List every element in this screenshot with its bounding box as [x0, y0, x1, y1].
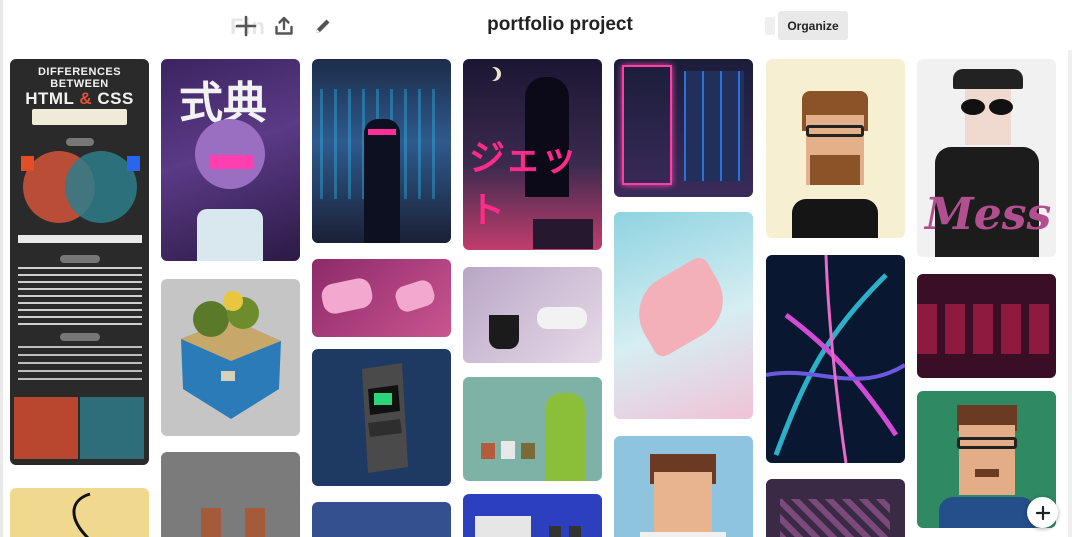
- pin-coffee-controllers[interactable]: [463, 267, 602, 363]
- pin-blue-card[interactable]: [312, 502, 451, 537]
- pin-neon-cyber-figure[interactable]: [312, 59, 451, 243]
- infographic-title-html: HTML: [25, 89, 75, 109]
- pin-neon-palm-leaves[interactable]: [766, 255, 905, 463]
- mustache-shape: [975, 469, 999, 477]
- face-shape: [965, 89, 1011, 145]
- curve-sketch: [72, 492, 91, 537]
- mess-script-logo: Mess: [925, 189, 1052, 240]
- infographic-diff-line: [18, 235, 142, 243]
- pixel-char: [501, 441, 515, 459]
- gamepad-shape: [319, 276, 375, 316]
- glass-door: [684, 71, 744, 181]
- pin-pixel-bearded-portrait[interactable]: [766, 59, 905, 238]
- controller-left: [549, 526, 561, 537]
- ghost-mark: [765, 17, 775, 35]
- pin-retro-console[interactable]: [463, 494, 602, 537]
- sunglasses-right: [989, 99, 1013, 115]
- plus-icon: [1035, 505, 1050, 520]
- infographic-title: DIFFERENCES BETWEEN HTML & CSS: [18, 66, 141, 108]
- glasses-shape: [957, 437, 1017, 449]
- add-pin-button[interactable]: [231, 11, 261, 41]
- infographic-html-panel: [14, 397, 78, 459]
- infographic-intro-block: [32, 109, 127, 125]
- figure-silhouette: [364, 119, 400, 243]
- infographic-examples-text: [18, 346, 142, 386]
- infographic-title-css: CSS: [97, 89, 134, 109]
- visor-glow: [368, 129, 396, 135]
- hand-shape: [624, 254, 738, 360]
- edit-board-button[interactable]: [308, 11, 338, 41]
- pin-mess-sunglasses-figure[interactable]: Mess: [917, 59, 1056, 257]
- pin-yellow-sketch[interactable]: [10, 488, 149, 537]
- coffee-cup: [489, 315, 519, 349]
- pixel-char: [481, 443, 495, 459]
- infographic-venn-diagram: [21, 151, 140, 223]
- infographic-section-pill: [66, 138, 94, 146]
- sunglasses-left: [961, 99, 985, 115]
- controller-shape: [537, 307, 587, 329]
- organize-button[interactable]: Organize: [778, 11, 848, 40]
- pin-jetto-poster[interactable]: ジェット: [463, 59, 602, 250]
- jetto-katakana: ジェット: [469, 138, 578, 231]
- pin-pixel-man-portrait[interactable]: [614, 436, 753, 537]
- infographic-section-pill2: [60, 255, 100, 263]
- pin-kanji-girl-helmet[interactable]: 式典: [161, 59, 300, 261]
- board-toolbar: Fin portfolio project Organize: [0, 0, 1072, 52]
- pin-pixel-room[interactable]: [766, 479, 905, 537]
- pin-hand-pastel[interactable]: [614, 212, 753, 419]
- floating-add-button[interactable]: [1027, 497, 1058, 528]
- face-shape: [654, 472, 712, 532]
- beard-shape: [810, 155, 860, 185]
- infographic-uses-list: [18, 267, 142, 327]
- shirt-shape: [792, 199, 878, 238]
- infographic-title-line2: HTML & CSS: [18, 90, 141, 108]
- board-title: portfolio project: [487, 14, 633, 35]
- pin-arcade-red-room[interactable]: [917, 274, 1056, 378]
- floating-island: [181, 291, 281, 419]
- shirt-shape: [197, 209, 263, 261]
- pin-pixel-trio-characters[interactable]: [463, 377, 602, 481]
- arcade-cabinet: [362, 363, 408, 473]
- glasses-shape: [806, 125, 864, 137]
- pixel-char: [521, 443, 535, 459]
- green-hair-char: [545, 393, 585, 481]
- page-left-edge: [0, 0, 3, 537]
- arcade-row: [917, 304, 1056, 354]
- building-shape: [533, 219, 593, 249]
- pixel-char-right: [245, 508, 265, 537]
- gamepad-shape-2: [392, 277, 438, 315]
- neon-frame: [622, 65, 672, 185]
- pin-pixel-arcade-cabinet[interactable]: [312, 349, 451, 486]
- infographic-title-line1: DIFFERENCES BETWEEN: [37, 66, 122, 90]
- console-body: [475, 516, 531, 537]
- room-shape: [780, 499, 890, 537]
- pin-pixel-character-pair[interactable]: [161, 452, 300, 537]
- hat-shape: [953, 69, 1023, 89]
- pin-robot-island[interactable]: [161, 279, 300, 436]
- pin-pink-gamepad[interactable]: [312, 259, 451, 337]
- face-shape: [959, 425, 1015, 495]
- shirt-shape: [640, 532, 726, 537]
- visor-glow: [209, 155, 253, 169]
- pin-neon-street[interactable]: [614, 59, 753, 197]
- pencil-icon: [316, 19, 330, 33]
- infographic-section-pill3: [60, 333, 100, 341]
- share-icon: [275, 16, 293, 35]
- page-right-edge: [1068, 50, 1072, 537]
- share-board-button[interactable]: [269, 11, 299, 41]
- shirt-shape: [939, 497, 1035, 528]
- infographic-title-amp: &: [79, 89, 93, 109]
- plus-icon: [235, 15, 257, 37]
- moon-shape: [483, 67, 497, 81]
- helmet-shape: [195, 119, 265, 189]
- pixel-char-left: [201, 508, 221, 537]
- controller-right: [569, 526, 581, 537]
- pin-html-css-infographic[interactable]: DIFFERENCES BETWEEN HTML & CSS: [10, 59, 149, 465]
- infographic-css-panel: [80, 397, 144, 459]
- palm-leaves: [766, 255, 905, 463]
